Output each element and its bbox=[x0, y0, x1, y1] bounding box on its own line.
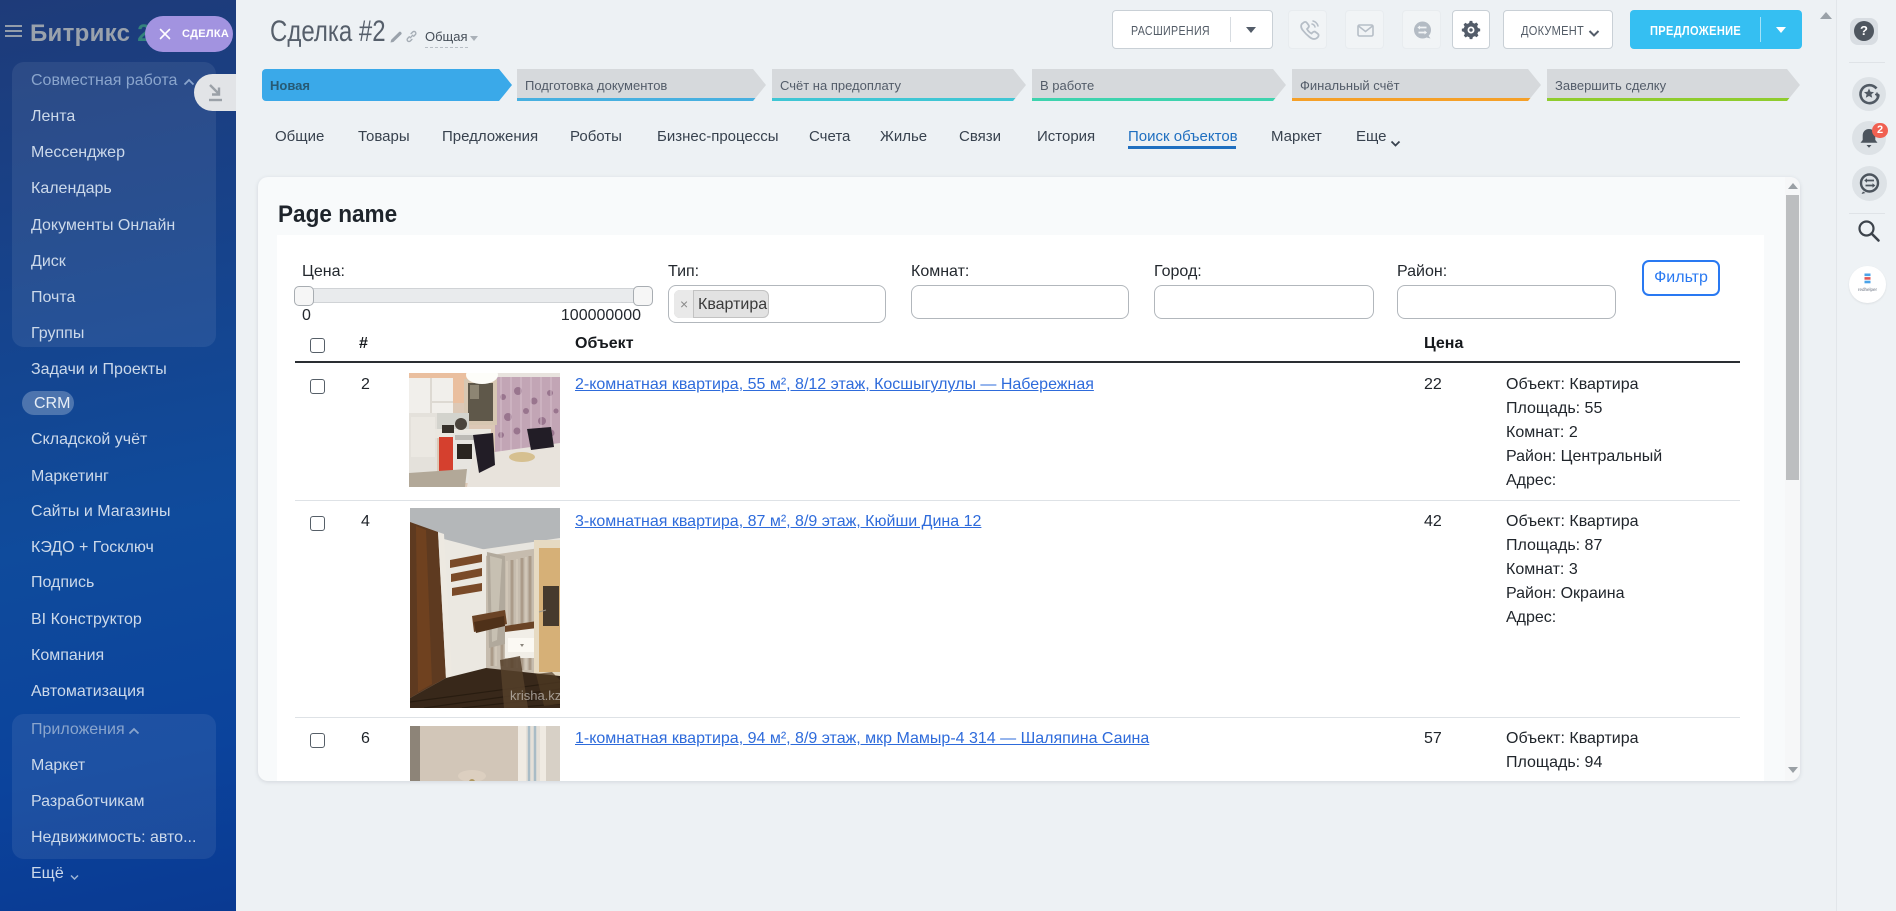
svg-text:redhelper: redhelper bbox=[1858, 287, 1878, 292]
svg-text:krisha.kz: krisha.kz bbox=[510, 688, 560, 703]
